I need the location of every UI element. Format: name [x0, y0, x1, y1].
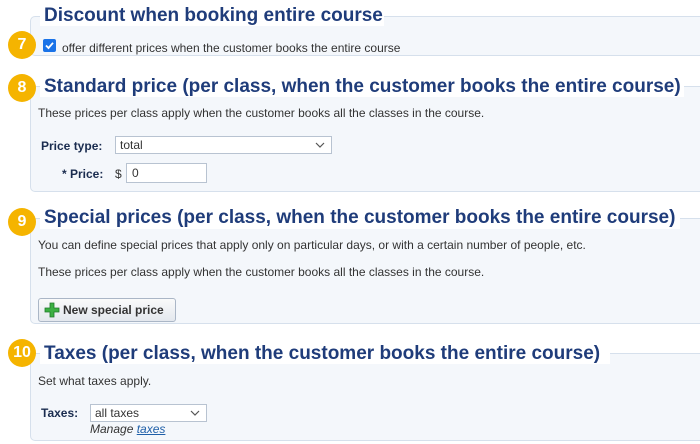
special-prices-heading: Special prices (per class, when the cust…	[44, 207, 676, 228]
standard-price-description: These prices per class apply when the cu…	[38, 106, 485, 120]
price-type-label: Price type:	[41, 139, 103, 153]
entire-course-checkbox[interactable]	[43, 39, 56, 52]
price-input[interactable]: 0	[126, 163, 207, 183]
price-label: * Price:	[62, 167, 104, 181]
taxes-heading: Taxes (per class, when the customer book…	[44, 343, 601, 364]
taxes-label: Taxes:	[41, 406, 79, 420]
new-special-price-label: New special price	[63, 303, 164, 317]
currency-symbol: $	[115, 167, 122, 181]
step-badge-10: 10	[8, 339, 36, 367]
special-prices-description-1: You can define special prices that apply…	[38, 238, 586, 252]
check-icon	[45, 42, 54, 50]
special-prices-description-2: These prices per class apply when the cu…	[38, 265, 485, 279]
price-type-select[interactable]: total	[115, 136, 332, 154]
chevron-down-icon	[190, 410, 200, 416]
checkbox-label[interactable]: offer different prices when the customer…	[62, 41, 400, 55]
taxes-value: all taxes	[95, 406, 140, 420]
step-badge-8: 8	[8, 74, 36, 102]
chevron-down-icon	[315, 142, 325, 148]
taxes-select[interactable]: all taxes	[90, 404, 207, 422]
discount-heading: Discount when booking entire course	[44, 5, 383, 26]
step-badge-9: 9	[8, 208, 36, 236]
price-type-value: total	[120, 138, 143, 152]
manage-taxes-link[interactable]: taxes	[137, 422, 166, 436]
taxes-description: Set what taxes apply.	[38, 374, 152, 388]
manage-prefix: Manage	[90, 422, 134, 436]
plus-icon	[44, 302, 60, 318]
step-badge-7: 7	[8, 31, 36, 59]
new-special-price-button[interactable]: New special price	[38, 298, 176, 322]
standard-price-heading: Standard price (per class, when the cust…	[44, 76, 681, 97]
manage-taxes: Manage taxes	[90, 422, 165, 436]
